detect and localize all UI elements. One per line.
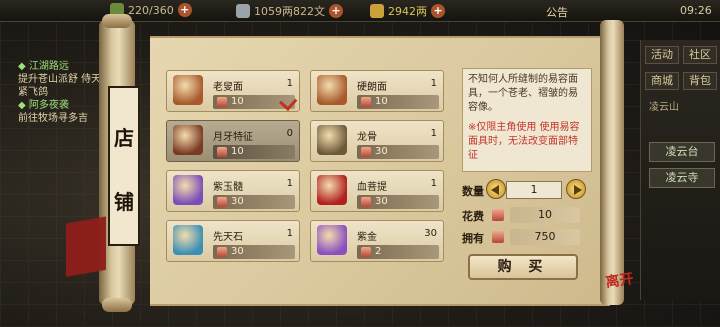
tassel-decoration [66,200,106,320]
item-price: 10 [375,96,388,107]
shop-item-card[interactable]: 硬朗面 1 10 [310,70,444,112]
item-count: 1 [430,128,437,139]
currency-icon [217,147,227,157]
item-price: 10 [231,96,244,107]
notice-button[interactable]: 公告 [546,4,568,20]
chest-icon [173,75,203,105]
item-count: 0 [286,128,293,139]
item-price: 30 [231,196,244,207]
sign-char: 店 [114,126,134,150]
quantity-input[interactable]: 1 [506,181,562,199]
location-tag[interactable]: 凌云寺 [649,168,715,188]
shop-item-card[interactable]: 紫玉髓 1 30 [166,170,300,212]
quantity-label: 数量 [462,185,484,198]
coin-value: 1059两822文 [254,5,325,18]
side-menu: 活动 社区 商城 背包 凌云山 凌云台 凌云寺 [640,40,720,300]
bag-button[interactable]: 背包 [683,72,717,90]
currency-icon [492,231,504,243]
clock: 09:26 [680,4,712,17]
currency-icon [217,197,227,207]
item-count: 1 [430,78,437,89]
ingot-icon [370,4,384,18]
coin-icon [236,4,250,18]
buy-button[interactable]: 购 买 [468,254,578,280]
cost-value: 10 [510,207,580,223]
item-name: 老叟面 [213,82,243,93]
dragon-bone-icon [317,125,347,155]
currency-icon [361,197,371,207]
shop-item-card[interactable]: 龙骨 1 30 [310,120,444,162]
sign-char: 铺 [114,190,134,214]
community-button[interactable]: 社区 [683,46,717,64]
location-name: 凌云山 [649,102,679,113]
ingot-value: 2942两 [388,5,427,18]
leave-logo[interactable]: 离开 [604,268,636,300]
chest-icon [173,125,203,155]
shop-item-card[interactable]: 先天石 1 30 [166,220,300,262]
shop-item-list[interactable]: 老叟面 1 10 硬朗面 1 10 月牙特征 0 10 龙骨 1 30 紫玉髓 1 30 血菩提 1 30 先天石 1… [166,70,450,262]
location-tag[interactable]: 凌云台 [649,142,715,162]
mall-button[interactable]: 商城 [645,72,679,90]
item-price: 30 [375,146,388,157]
item-description: 不知何人所缝制的易容面具，一个苍老、褶皱的易容像。 [468,74,578,113]
currency-icon [217,247,227,257]
shop-item-card[interactable]: 老叟面 1 10 [166,70,300,112]
item-restriction: ※仅限主角使用 使用易容面具时，无法改变面部特征 [468,122,580,161]
item-name: 龙骨 [357,132,377,143]
item-price: 10 [231,146,244,157]
stamina-value: 220/360 [128,3,174,17]
coin-resource: 1059两822文 + [236,3,343,19]
currency-icon [361,97,371,107]
add-stamina-button[interactable]: + [177,3,192,17]
ingot-resource: 2942两 + [370,3,445,19]
item-price-bar: 10 [213,145,295,159]
item-count: 1 [286,78,293,89]
item-name: 血菩提 [357,182,387,193]
add-coin-button[interactable]: + [329,4,343,18]
scroll-cap [102,14,132,28]
cost-label: 花费 [462,210,484,223]
crystal-icon [173,175,203,205]
stone-icon [173,225,203,255]
item-name: 硬朗面 [357,82,387,93]
decrease-arrow-icon[interactable] [486,179,506,199]
owned-value: 750 [510,229,580,245]
item-count: 1 [430,178,437,189]
currency-icon [361,247,371,257]
activity-button[interactable]: 活动 [645,46,679,64]
add-ingot-button[interactable]: + [431,4,445,18]
item-name: 先天石 [213,232,243,243]
purple-gold-icon [317,225,347,255]
item-count: 1 [286,178,293,189]
item-price: 2 [375,246,382,257]
bodhi-icon [317,175,347,205]
scroll-rod-right [600,20,624,305]
increase-arrow-icon[interactable] [566,179,586,199]
item-price-bar: 30 [213,245,295,259]
item-name: 紫金 [357,232,377,243]
item-price-bar: 10 [357,95,439,109]
scroll-cap [102,298,132,312]
item-detail-panel: 不知何人所缝制的易容面具，一个苍老、褶皱的易容像。 ※仅限主角使用 使用易容面具… [462,68,592,172]
item-price-bar: 2 [357,245,439,259]
shop-item-card[interactable]: 月牙特征 0 10 [166,120,300,162]
owned-label: 拥有 [462,232,484,245]
item-name: 紫玉髓 [213,182,243,193]
item-price-bar: 30 [357,195,439,209]
item-price: 30 [375,196,388,207]
item-count: 30 [424,228,437,239]
item-name: 月牙特征 [213,132,253,143]
currency-icon [492,209,504,221]
item-count: 1 [286,228,293,239]
shop-item-card[interactable]: 紫金 30 2 [310,220,444,262]
currency-icon [361,147,371,157]
item-price: 30 [231,246,244,257]
item-price-bar: 30 [213,195,295,209]
currency-icon [217,97,227,107]
item-price-bar: 30 [357,145,439,159]
chest-icon [317,75,347,105]
shop-item-card[interactable]: 血菩提 1 30 [310,170,444,212]
shop-sign: 店 铺 [108,86,140,246]
